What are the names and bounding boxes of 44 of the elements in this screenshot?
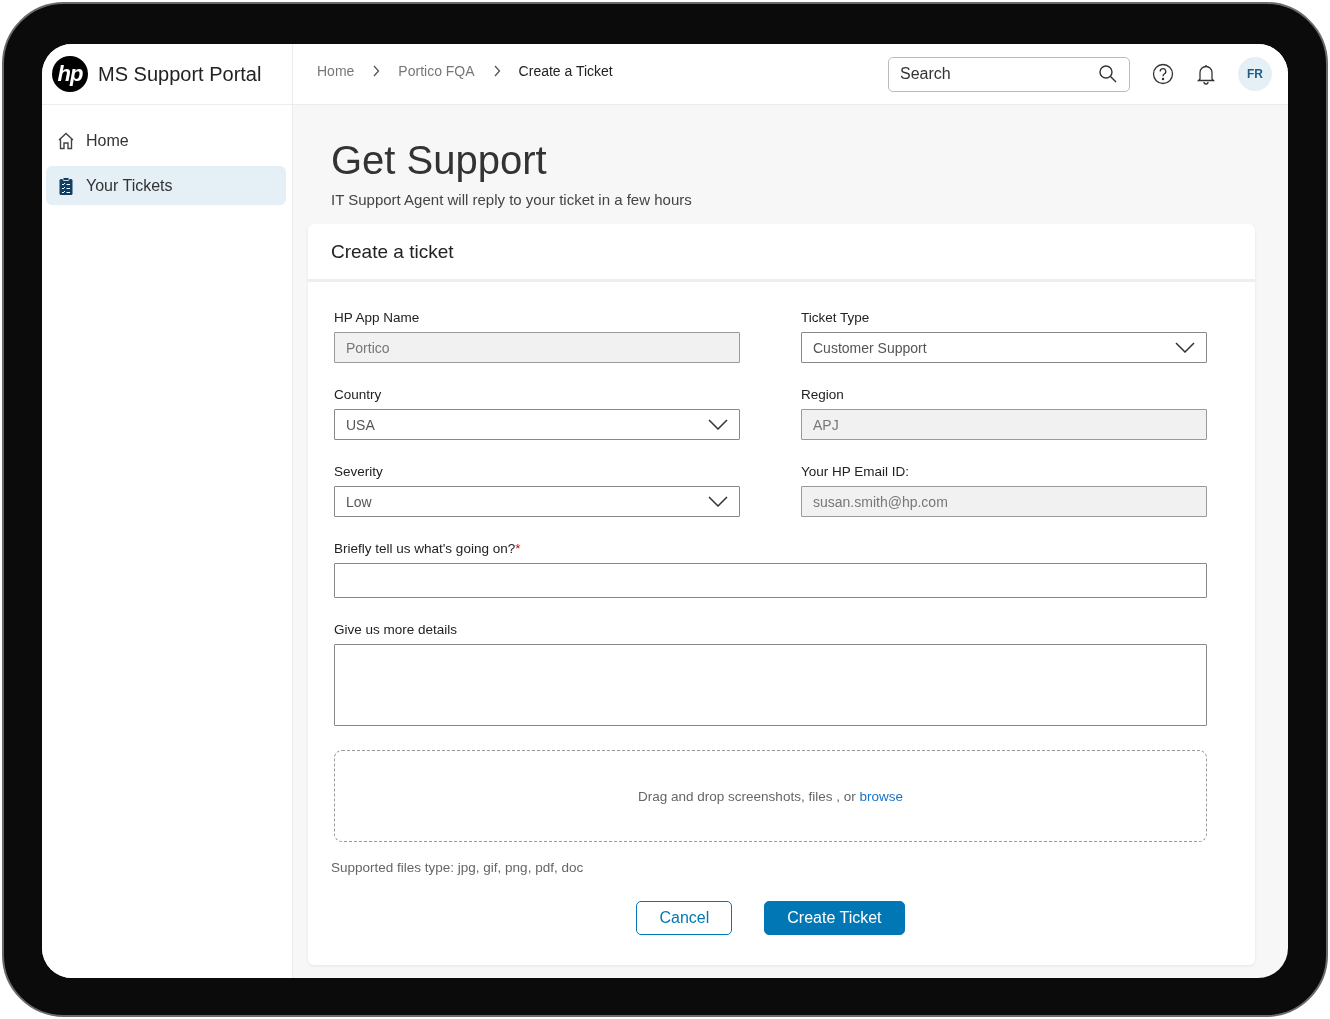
field-label: HP App Name [334,310,421,325]
field-label: Give us more details [334,622,459,637]
search-icon [1098,63,1118,84]
supported-files-note: Supported files type: jpg, gif, png, pdf, doc [331,860,585,875]
dropdown[interactable]: Customer Support [801,332,1207,363]
field-label: Severity [334,464,384,479]
text-field[interactable]: susan.smith@hp.com [801,486,1207,517]
page-subtitle: IT Support Agent will reply to your ticket in a few hours [331,191,693,208]
clipboard-icon [56,175,76,196]
browse-link[interactable]: browse [859,788,903,804]
chevron-down-icon [708,496,728,507]
breadcrumb-link[interactable]: Create a Ticket [518,63,613,79]
card-title: Create a ticket [308,224,1255,282]
home-icon [56,130,76,151]
help-icon[interactable] [1152,63,1174,85]
logo: hp [52,56,88,92]
text-field[interactable]: Portico [334,332,740,363]
submit-button[interactable]: Create Ticket [764,901,905,935]
field-label: Country [334,387,383,402]
text-field[interactable]: APJ [801,409,1207,440]
search-field[interactable]: Search [888,56,1130,92]
chevron-down-icon [708,419,728,430]
cancel-button[interactable]: Cancel [636,901,733,935]
text-field[interactable] [334,563,1207,598]
sidebar-item[interactable]: Home [46,121,286,160]
chevron-right-icon [372,65,381,77]
sidebar-item[interactable]: Your Tickets [46,166,286,205]
field-label: Region [801,387,845,402]
chevron-down-icon [1175,342,1195,353]
text-area[interactable] [334,644,1207,726]
field-label: Briefly tell us what's going on?* [334,541,522,556]
dropdown[interactable]: Low [334,486,740,517]
field-label: Your HP Email ID: [801,464,911,479]
file-drop-zone[interactable]: Drag and drop screenshots, files , or browse [334,750,1207,842]
bell-icon[interactable] [1196,63,1216,85]
drop-instructions: Drag and drop screenshots, files , or browse [638,788,903,804]
field-label: Ticket Type [801,310,871,325]
user-avatar[interactable]: FR [1238,57,1272,91]
dropdown[interactable]: USA [334,409,740,440]
breadcrumb-link[interactable]: Portico FQA [398,63,475,79]
breadcrumb-link[interactable]: Home [317,63,355,79]
chevron-right-icon [492,65,501,77]
app-title: MS Support Portal [98,62,262,86]
page-title: Get Support [331,137,548,183]
